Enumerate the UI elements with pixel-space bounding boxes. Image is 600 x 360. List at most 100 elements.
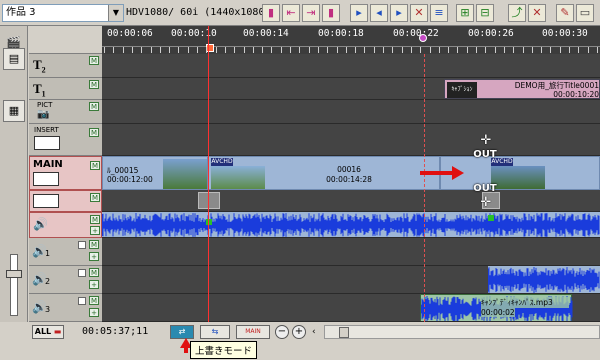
track-header-pict[interactable]: PICT 📷 M bbox=[29, 100, 102, 124]
track-header-t1[interactable]: T1 M bbox=[29, 78, 102, 100]
format-label: HDV1080/ 60i (1440x1080) bbox=[126, 7, 271, 18]
go-to-in-icon[interactable]: ⇤ bbox=[282, 4, 300, 22]
film-strip-icon bbox=[33, 194, 59, 208]
mute-m-icon[interactable]: M bbox=[89, 102, 99, 111]
video-clip[interactable]: AVCHD 00016 00:00:14:28 bbox=[208, 156, 440, 190]
ruler-timecode: 00:00:18 bbox=[318, 28, 364, 39]
track-lane-a1[interactable] bbox=[102, 238, 600, 266]
track-lane-pict[interactable] bbox=[102, 100, 600, 124]
horizontal-scrollbar[interactable] bbox=[324, 325, 600, 339]
transition-block[interactable] bbox=[198, 192, 220, 209]
track-header-video-sub[interactable]: M bbox=[29, 190, 102, 212]
zoom-out-icon[interactable]: − bbox=[275, 325, 289, 339]
mute-m-icon[interactable]: M bbox=[90, 215, 100, 224]
storyboard-tab-icon[interactable]: ▤ bbox=[3, 48, 25, 70]
track-header-insert[interactable]: INSERT M bbox=[29, 124, 102, 156]
pen-icon[interactable]: ✎ bbox=[556, 4, 574, 22]
mute-m-icon[interactable]: M bbox=[89, 296, 99, 305]
track-number: 2 bbox=[45, 277, 51, 286]
go-to-out-icon[interactable]: ⇥ bbox=[302, 4, 320, 22]
audio-clip[interactable]: ｷｬﾝﾌﾟﾃﾞｨｷｬﾝﾊﾟｽ.mp3 00:00:02 bbox=[420, 294, 573, 321]
add-icon[interactable]: + bbox=[89, 280, 99, 289]
rubberband-delete-icon[interactable]: ✕ bbox=[528, 4, 546, 22]
sync-mode-button[interactable]: MAIN bbox=[236, 325, 270, 339]
tooltip: 上書きモード bbox=[190, 341, 258, 359]
zoom-in-icon[interactable]: + bbox=[292, 325, 306, 339]
track-lane-video-sub[interactable] bbox=[102, 190, 600, 212]
volume-slider[interactable] bbox=[10, 254, 18, 316]
add-icon[interactable]: + bbox=[90, 226, 100, 235]
eraser-icon[interactable]: ▭ bbox=[576, 4, 594, 22]
trim-cursor-icon: ✛ bbox=[480, 195, 492, 210]
title-clip[interactable]: ｷｬﾌﾟｼｮﾝ DEMO用_旅行Title0001 00:00:10:20 bbox=[444, 79, 600, 99]
camera-icon: 📷 bbox=[37, 109, 50, 120]
marker-next-icon[interactable]: ▸ bbox=[390, 4, 408, 22]
track-lane-t1[interactable]: ｷｬﾌﾟｼｮﾝ DEMO用_旅行Title0001 00:00:10:20 bbox=[102, 78, 600, 100]
in-point-line bbox=[424, 54, 425, 322]
avchd-badge: AVCHD bbox=[211, 158, 233, 166]
mute-m-icon[interactable]: M bbox=[89, 268, 99, 277]
solo-checkbox[interactable] bbox=[78, 269, 86, 277]
track-lane-insert[interactable] bbox=[102, 124, 600, 156]
track-header-a1[interactable]: 🔊 1 M + bbox=[29, 238, 102, 266]
join-icon[interactable]: ⊟ bbox=[476, 4, 494, 22]
project-select[interactable]: 作品 3 ▼ bbox=[2, 4, 124, 22]
timeline-ruler[interactable]: 00:00:06 00:00:10 00:00:14 00:00:18 00:0… bbox=[102, 26, 600, 54]
track-header-a2[interactable]: 🔊 2 M + bbox=[29, 266, 102, 294]
left-panel: 🎬 ▤ ▦ ✕ bbox=[0, 26, 28, 360]
all-label: ALL bbox=[34, 327, 52, 336]
clip-timecode: 00:00:10:20 bbox=[553, 90, 599, 99]
audio-keyframe[interactable] bbox=[206, 219, 212, 225]
marker-prev-icon[interactable]: ◂ bbox=[370, 4, 388, 22]
mark-out-icon[interactable]: ▮ bbox=[322, 4, 340, 22]
video-clip[interactable]: ﾙ_00015 00:00:12:00 bbox=[102, 156, 208, 190]
add-icon[interactable]: + bbox=[89, 252, 99, 261]
clip-name: ｷｬﾝﾌﾟﾃﾞｨｷｬﾝﾊﾟｽ.mp3 bbox=[481, 297, 569, 308]
track-lane-t2[interactable] bbox=[102, 54, 600, 78]
timeline-tab-icon[interactable]: ▦ bbox=[3, 100, 25, 122]
mute-m-icon[interactable]: M bbox=[90, 193, 100, 202]
project-select-value: 作品 3 bbox=[6, 7, 36, 18]
mute-m-icon[interactable]: M bbox=[89, 240, 99, 249]
mute-m-icon[interactable]: M bbox=[90, 161, 100, 170]
track-header-a3[interactable]: 🔊 3 M + bbox=[29, 294, 102, 322]
marker-delete-icon[interactable]: ✕ bbox=[410, 4, 428, 22]
playhead-line[interactable] bbox=[208, 26, 209, 322]
all-toggle-button[interactable]: ALL ▬ bbox=[32, 325, 64, 339]
track-lane-a3[interactable]: ｷｬﾝﾌﾟﾃﾞｨｷｬﾝﾊﾟｽ.mp3 00:00:02 bbox=[102, 294, 600, 322]
clip-thumbnail bbox=[163, 159, 207, 189]
audio-keyframe[interactable] bbox=[488, 215, 494, 221]
ruler-timecode: 00:00:10 bbox=[171, 28, 217, 39]
marker-list-icon[interactable]: ≡ bbox=[430, 4, 448, 22]
track-lane-a2[interactable] bbox=[102, 266, 600, 294]
timeline-marker[interactable] bbox=[419, 34, 427, 42]
clip-thumbnail bbox=[211, 166, 265, 189]
track-header-t2[interactable]: T2 M bbox=[29, 54, 102, 78]
insert-mode-button[interactable]: ⇆ bbox=[200, 325, 230, 339]
audio-waveform bbox=[487, 267, 600, 293]
film-strip-icon bbox=[33, 172, 59, 186]
mute-m-icon[interactable]: M bbox=[89, 80, 99, 89]
track-header-main[interactable]: MAIN M bbox=[29, 156, 102, 190]
scrollbar-thumb[interactable] bbox=[339, 327, 349, 338]
scroll-left-icon[interactable]: ‹ bbox=[312, 325, 322, 339]
split-icon[interactable]: ⊞ bbox=[456, 4, 474, 22]
clip-name: 00016 bbox=[337, 165, 361, 174]
solo-checkbox[interactable] bbox=[78, 297, 86, 305]
overwrite-mode-button[interactable]: ⇄ bbox=[170, 325, 194, 339]
marker-set-icon[interactable]: ▸ bbox=[350, 4, 368, 22]
rubberband-icon[interactable]: ⤴ bbox=[508, 4, 526, 22]
track-header-main-audio[interactable]: 🔊 M + bbox=[29, 212, 102, 238]
track-label: T1 bbox=[33, 81, 46, 99]
mute-m-icon[interactable]: M bbox=[89, 128, 99, 137]
volume-slider-thumb[interactable] bbox=[6, 270, 22, 278]
audio-clip[interactable] bbox=[487, 266, 600, 293]
mute-m-icon[interactable]: M bbox=[89, 56, 99, 65]
bottom-bar: ALL ▬ 00:05:37;11 ⇄ ⇆ MAIN − + ‹ 上書きモード bbox=[0, 322, 600, 360]
mark-in-icon[interactable]: ▮ bbox=[262, 4, 280, 22]
track-lane-main[interactable]: ﾙ_00015 00:00:12:00 AVCHD 00016 00:00:14… bbox=[102, 156, 600, 190]
track-lane-main-audio[interactable] bbox=[102, 212, 600, 238]
track-label: MAIN bbox=[33, 159, 63, 170]
add-icon[interactable]: + bbox=[89, 308, 99, 317]
solo-checkbox[interactable] bbox=[78, 241, 86, 249]
